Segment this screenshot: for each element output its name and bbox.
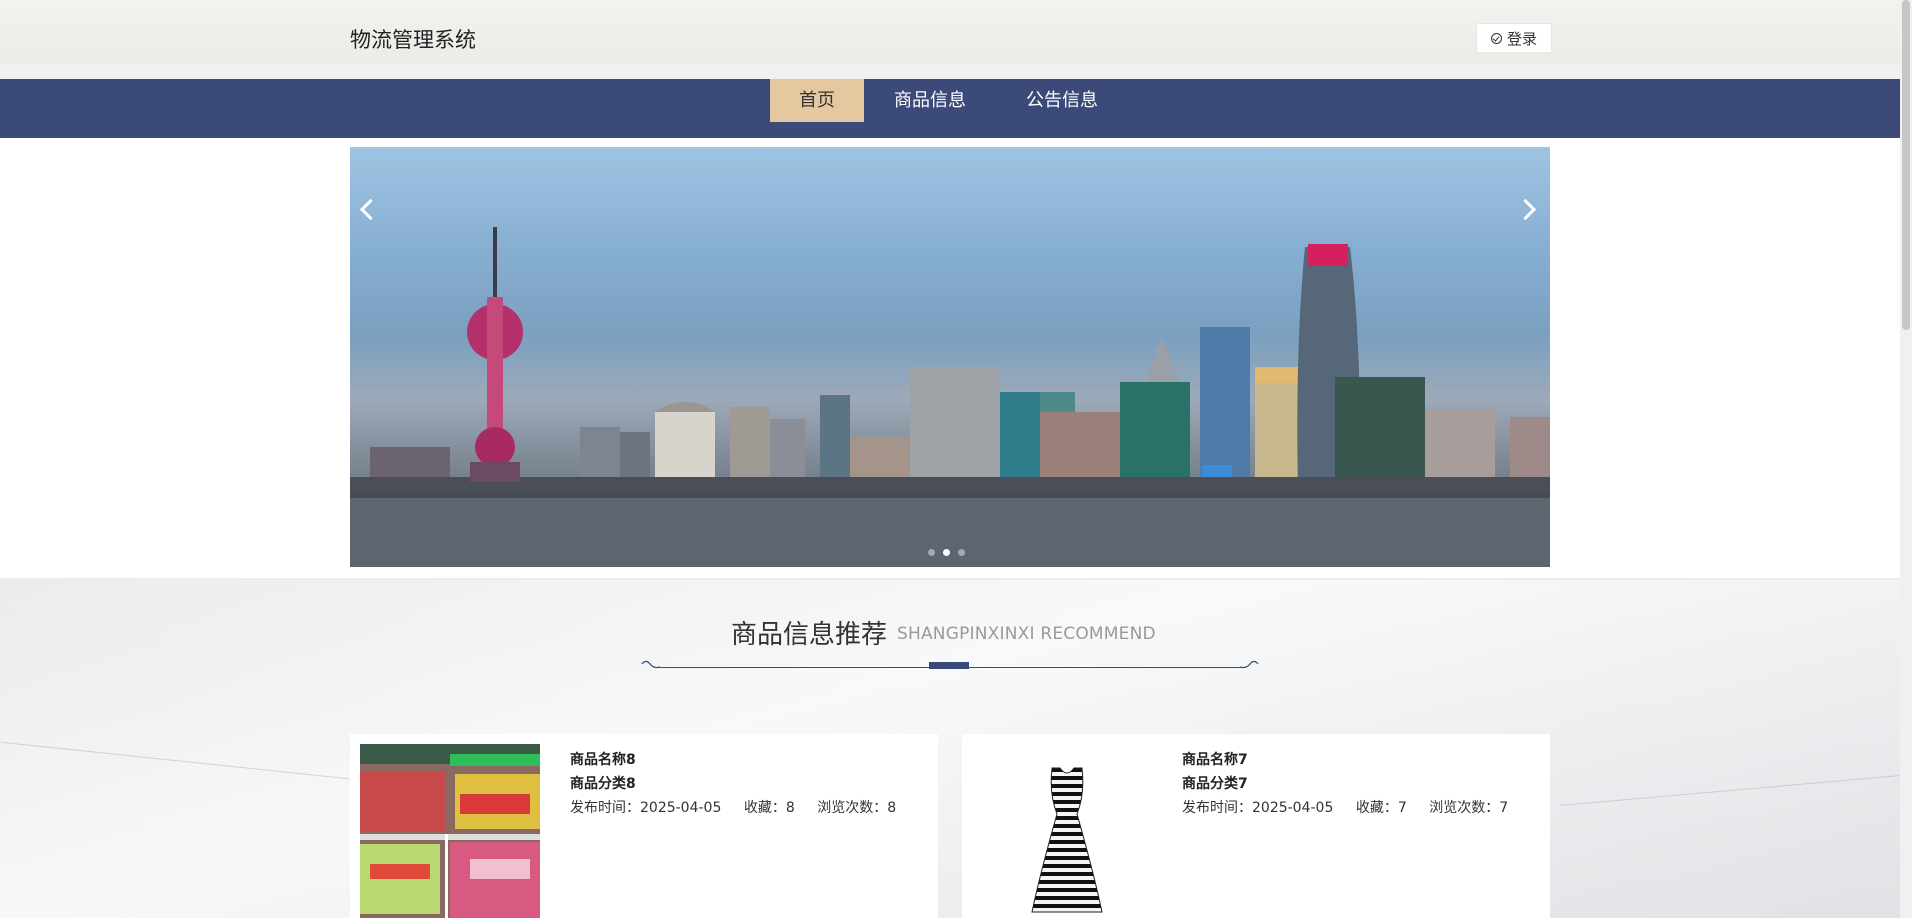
carousel-dot[interactable] <box>928 549 935 556</box>
product-info: 商品名称8 商品分类8 发布时间：2025-04-05 收藏：8 浏览次数：8 <box>570 748 914 820</box>
section-subtitle: SHANGPINXINXI RECOMMEND <box>897 624 1156 644</box>
section-title: 商品信息推荐 <box>731 620 888 650</box>
product-meta: 发布时间：2025-04-05 收藏：7 浏览次数：7 <box>1182 796 1526 820</box>
check-circle-icon <box>1490 32 1502 44</box>
page-scrollbar[interactable] <box>1900 0 1912 918</box>
publish-time: 发布时间：2025-04-05 <box>570 800 722 816</box>
views-count: 浏览次数：8 <box>817 800 897 816</box>
product-image <box>360 744 540 918</box>
carousel-next-chevron-icon[interactable] <box>1516 198 1540 222</box>
product-name: 商品名称8 <box>570 752 636 768</box>
banner-carousel <box>350 147 1550 567</box>
product-image <box>972 744 1152 918</box>
city-skyline-image <box>350 227 1550 567</box>
product-info: 商品名称7 商品分类7 发布时间：2025-04-05 收藏：7 浏览次数：7 <box>1182 748 1526 820</box>
nav-item-products[interactable]: 商品信息 <box>864 79 996 122</box>
login-label: 登录 <box>1506 29 1537 48</box>
carousel-indicators <box>928 549 965 556</box>
scrollbar-thumb[interactable] <box>1902 0 1910 330</box>
product-category: 商品分类7 <box>1182 776 1248 792</box>
section-divider-mark <box>929 662 969 669</box>
nav-item-home[interactable]: 首页 <box>770 79 864 122</box>
carousel-dot-active[interactable] <box>943 549 950 556</box>
divider-curl-left-icon <box>641 660 661 669</box>
carousel-dot[interactable] <box>958 549 965 556</box>
product-meta: 发布时间：2025-04-05 收藏：8 浏览次数：8 <box>570 796 914 820</box>
publish-time: 发布时间：2025-04-05 <box>1182 800 1334 816</box>
main-navbar: 首页 商品信息 公告信息 <box>0 79 1900 138</box>
favorites-count: 收藏：8 <box>743 800 795 816</box>
product-name: 商品名称7 <box>1182 752 1248 768</box>
login-button[interactable]: 登录 <box>1476 23 1552 53</box>
product-card[interactable]: 商品名称7 商品分类7 发布时间：2025-04-05 收藏：7 浏览次数：7 <box>962 734 1550 918</box>
favorites-count: 收藏：7 <box>1355 800 1407 816</box>
site-title: 物流管理系统 <box>350 28 476 52</box>
divider-curl-right-icon <box>1239 660 1259 669</box>
product-card[interactable]: 商品名称8 商品分类8 发布时间：2025-04-05 收藏：8 浏览次数：8 <box>350 734 938 918</box>
product-category: 商品分类8 <box>570 776 636 792</box>
nav-item-notices[interactable]: 公告信息 <box>996 79 1128 122</box>
carousel-prev-chevron-icon[interactable] <box>354 198 378 222</box>
top-header: 物流管理系统 登录 <box>0 0 1900 64</box>
views-count: 浏览次数：7 <box>1429 800 1509 816</box>
nav-menu: 首页 商品信息 公告信息 <box>770 79 1128 122</box>
